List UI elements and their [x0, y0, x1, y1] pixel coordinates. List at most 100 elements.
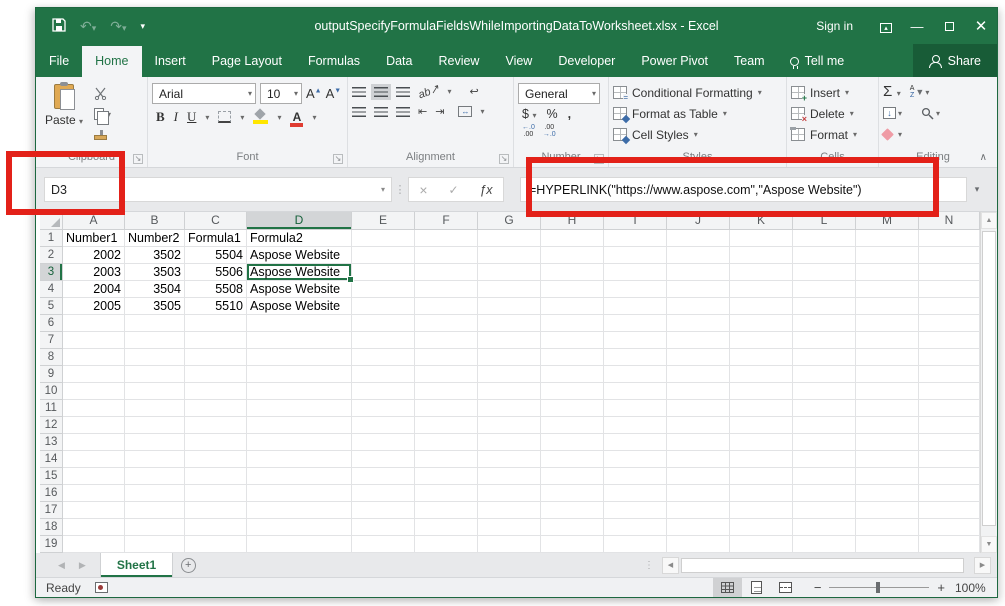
scroll-right-icon[interactable]: ▶	[974, 557, 991, 574]
cell-A3[interactable]: 2003	[63, 264, 125, 281]
cell-F12[interactable]	[415, 417, 478, 434]
cell-F2[interactable]	[415, 247, 478, 264]
cell-D4[interactable]: Aspose Website	[247, 281, 352, 298]
row-header-11[interactable]: 11	[40, 400, 63, 417]
cut-button[interactable]	[94, 85, 111, 101]
cell-E9[interactable]	[352, 366, 415, 383]
cell-C4[interactable]: 5508	[185, 281, 247, 298]
cell-G9[interactable]	[478, 366, 541, 383]
cell-N1[interactable]	[919, 230, 980, 247]
clipboard-dialog-launcher-icon[interactable]: ↘	[133, 154, 143, 164]
row-header-19[interactable]: 19	[40, 536, 63, 553]
cell-A9[interactable]	[63, 366, 125, 383]
cell-K12[interactable]	[730, 417, 793, 434]
cell-N14[interactable]	[919, 451, 980, 468]
cell-J16[interactable]	[667, 485, 730, 502]
row-header-15[interactable]: 15	[40, 468, 63, 485]
cell-M9[interactable]	[856, 366, 919, 383]
cell-G15[interactable]	[478, 468, 541, 485]
cell-B1[interactable]: Number2	[125, 230, 185, 247]
horizontal-scrollbar[interactable]: ◀ ▶	[662, 553, 997, 577]
cell-C7[interactable]	[185, 332, 247, 349]
cell-E18[interactable]	[352, 519, 415, 536]
tell-me-button[interactable]: Tell me	[778, 46, 857, 77]
cell-N3[interactable]	[919, 264, 980, 281]
vertical-scrollbar-thumb[interactable]	[982, 231, 996, 526]
format-as-table-button[interactable]: Format as Table▾	[613, 105, 762, 122]
cell-I2[interactable]	[604, 247, 667, 264]
cell-I10[interactable]	[604, 383, 667, 400]
align-right-icon[interactable]	[396, 107, 410, 117]
insert-cells-button[interactable]: Insert▾	[791, 84, 857, 101]
customize-qat-icon[interactable]: ▾	[141, 22, 146, 31]
cell-E17[interactable]	[352, 502, 415, 519]
cell-E5[interactable]	[352, 298, 415, 315]
borders-icon[interactable]	[218, 111, 231, 123]
cell-G5[interactable]	[478, 298, 541, 315]
cell-G6[interactable]	[478, 315, 541, 332]
cell-H5[interactable]	[541, 298, 604, 315]
cell-M11[interactable]	[856, 400, 919, 417]
cell-M14[interactable]	[856, 451, 919, 468]
cell-K8[interactable]	[730, 349, 793, 366]
row-header-5[interactable]: 5	[40, 298, 63, 315]
increase-indent-icon[interactable]: ⇥	[435, 105, 444, 118]
cell-B9[interactable]	[125, 366, 185, 383]
cell-H3[interactable]	[541, 264, 604, 281]
cell-F17[interactable]	[415, 502, 478, 519]
cell-N18[interactable]	[919, 519, 980, 536]
cell-I15[interactable]	[604, 468, 667, 485]
cell-L8[interactable]	[793, 349, 856, 366]
percent-format-button[interactable]: %	[546, 107, 557, 121]
cell-J18[interactable]	[667, 519, 730, 536]
cell-D17[interactable]	[247, 502, 352, 519]
cell-A5[interactable]: 2005	[63, 298, 125, 315]
collapse-ribbon-icon[interactable]: ∧	[980, 152, 987, 163]
cell-J5[interactable]	[667, 298, 730, 315]
increase-decimal-icon[interactable]: ←.0.00	[522, 124, 535, 138]
delete-cells-button[interactable]: Delete▾	[791, 105, 857, 122]
cell-M19[interactable]	[856, 536, 919, 553]
cell-N17[interactable]	[919, 502, 980, 519]
cell-B3[interactable]: 3503	[125, 264, 185, 281]
cell-D11[interactable]	[247, 400, 352, 417]
cell-B15[interactable]	[125, 468, 185, 485]
cell-A18[interactable]	[63, 519, 125, 536]
row-header-8[interactable]: 8	[40, 349, 63, 366]
cell-E1[interactable]	[352, 230, 415, 247]
cell-M2[interactable]	[856, 247, 919, 264]
conditional-formatting-button[interactable]: Conditional Formatting▾	[613, 84, 762, 101]
cell-N11[interactable]	[919, 400, 980, 417]
cell-K9[interactable]	[730, 366, 793, 383]
maximize-button[interactable]	[933, 8, 965, 44]
cell-I19[interactable]	[604, 536, 667, 553]
scroll-up-icon[interactable]: ▲	[981, 212, 997, 229]
cell-D18[interactable]	[247, 519, 352, 536]
sheet-nav-left-icon[interactable]: ◀	[58, 560, 65, 571]
cell-I6[interactable]	[604, 315, 667, 332]
cell-C16[interactable]	[185, 485, 247, 502]
cell-B10[interactable]	[125, 383, 185, 400]
cell-J19[interactable]	[667, 536, 730, 553]
cell-L3[interactable]	[793, 264, 856, 281]
cell-G10[interactable]	[478, 383, 541, 400]
cell-J10[interactable]	[667, 383, 730, 400]
cell-D7[interactable]	[247, 332, 352, 349]
cell-M1[interactable]	[856, 230, 919, 247]
cell-I18[interactable]	[604, 519, 667, 536]
cell-L11[interactable]	[793, 400, 856, 417]
cell-F8[interactable]	[415, 349, 478, 366]
cell-J14[interactable]	[667, 451, 730, 468]
orientation-icon[interactable]: ab↗	[416, 82, 441, 102]
cell-I13[interactable]	[604, 434, 667, 451]
zoom-level-label[interactable]: 100%	[955, 581, 997, 595]
cell-A1[interactable]: Number1	[63, 230, 125, 247]
scroll-down-icon[interactable]: ▼	[981, 536, 997, 553]
cell-K16[interactable]	[730, 485, 793, 502]
cell-M12[interactable]	[856, 417, 919, 434]
cell-H7[interactable]	[541, 332, 604, 349]
row-header-14[interactable]: 14	[40, 451, 63, 468]
cell-F7[interactable]	[415, 332, 478, 349]
cell-J17[interactable]	[667, 502, 730, 519]
cell-N10[interactable]	[919, 383, 980, 400]
